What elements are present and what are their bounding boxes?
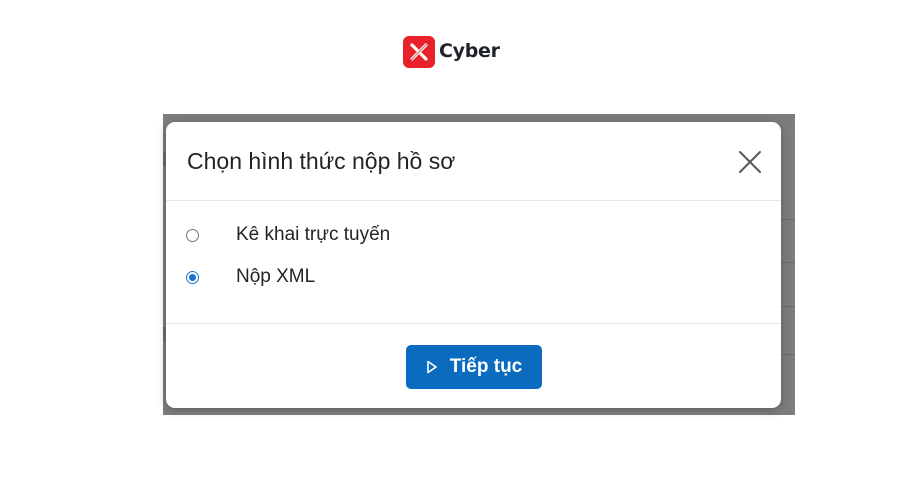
option-submit-xml[interactable]: Nộp XML bbox=[186, 266, 315, 288]
brand-logo: Cyber bbox=[403, 36, 500, 68]
radio-online-declaration[interactable] bbox=[186, 228, 199, 242]
background-fragment bbox=[781, 306, 795, 307]
option-label: Nộp XML bbox=[236, 266, 316, 287]
option-label: Kê khai trực tuyến bbox=[236, 224, 391, 245]
background-fragment bbox=[781, 262, 795, 263]
close-button[interactable] bbox=[737, 149, 763, 175]
continue-label: Tiếp tục bbox=[449, 356, 523, 377]
close-icon bbox=[739, 151, 761, 173]
option-online-declaration[interactable]: Kê khai trực tuyến bbox=[186, 224, 390, 246]
modal-header: Chọn hình thức nộp hồ sơ bbox=[166, 122, 781, 201]
modal-title: Chọn hình thức nộp hồ sơ bbox=[187, 148, 456, 174]
play-outline-icon bbox=[426, 360, 437, 374]
background-fragment bbox=[781, 219, 795, 220]
background-fragment bbox=[781, 354, 795, 355]
modal-body: Kê khai trực tuyến Nộp XML bbox=[166, 201, 781, 324]
submission-method-modal: Chọn hình thức nộp hồ sơ Kê khai trực tu… bbox=[166, 122, 781, 408]
cyber-logo-icon bbox=[403, 36, 435, 68]
radio-submit-xml[interactable] bbox=[186, 270, 199, 284]
modal-footer: Tiếp tục bbox=[166, 324, 781, 408]
continue-button[interactable]: Tiếp tục bbox=[406, 345, 542, 389]
brand-name: Cyber bbox=[439, 40, 500, 62]
page: Cyber Chọn hình thức nộp hồ sơ Kê khai t… bbox=[0, 0, 900, 479]
